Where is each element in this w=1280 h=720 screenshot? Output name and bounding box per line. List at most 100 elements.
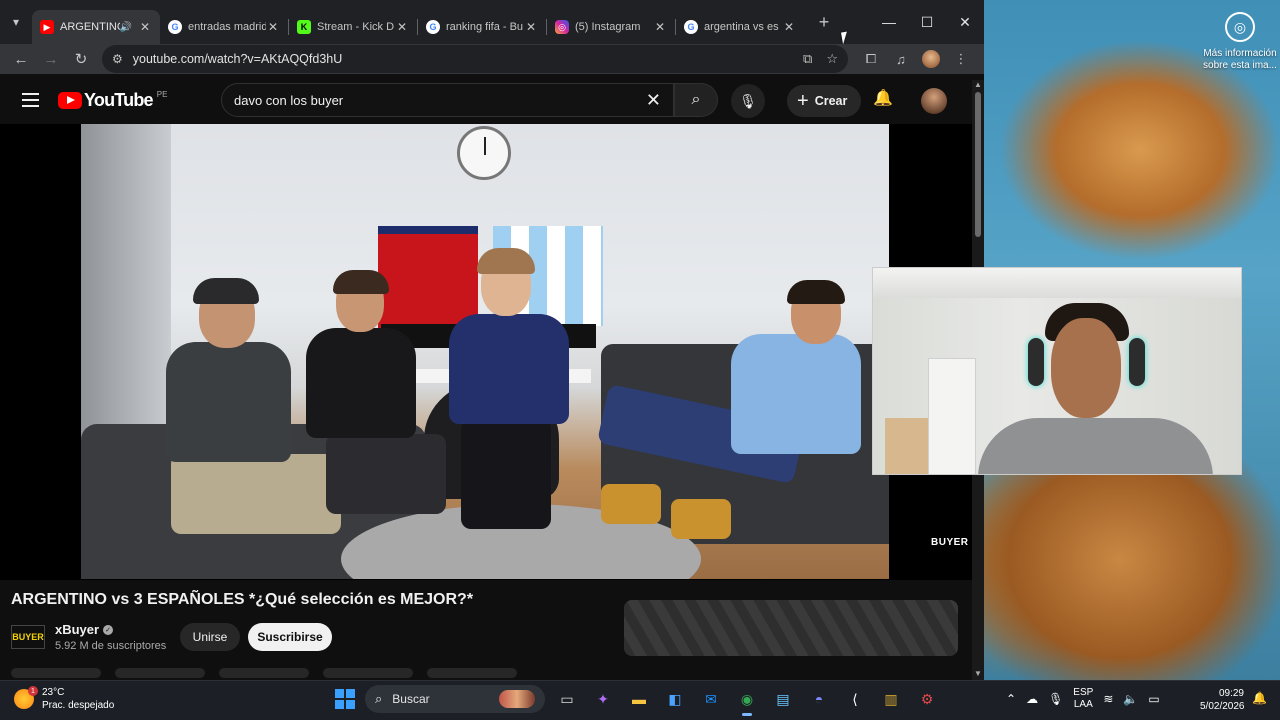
outlook-icon[interactable]: ✉ <box>697 685 725 713</box>
steam-icon[interactable]: ⚙ <box>913 685 941 713</box>
extensions-icon[interactable]: ⧠ <box>856 46 886 72</box>
youtube-wordmark: YouTube <box>84 89 154 110</box>
search-button[interactable]: ⌕ <box>674 83 718 117</box>
address-bar[interactable]: ⚙ youtube.com/watch?v=AKtAQQfd3hU ⧉ ☆ <box>102 45 848 73</box>
tab-argentina[interactable]: G argentina vs es ✕ <box>676 10 804 44</box>
url-text[interactable]: youtube.com/watch?v=AKtAQQfd3hU <box>133 52 789 66</box>
close-icon[interactable]: ✕ <box>395 20 409 34</box>
store-icon[interactable]: ◧ <box>661 685 689 713</box>
notifications-bell-icon[interactable]: 🔔 <box>873 88 893 108</box>
back-icon[interactable]: ← <box>8 46 34 72</box>
country-code: PE <box>156 89 168 99</box>
subscribe-button[interactable]: Suscribirse <box>248 623 332 651</box>
reload-icon[interactable]: ↻ <box>68 46 94 72</box>
close-icon[interactable]: ✕ <box>524 20 538 34</box>
scrollbar-thumb[interactable] <box>975 92 981 237</box>
tab-instagram[interactable]: ◎ (5) Instagram ✕ <box>547 10 675 44</box>
account-avatar[interactable] <box>921 88 947 114</box>
join-button[interactable]: Unirse <box>180 623 240 651</box>
taskbar-clock[interactable]: 09:29 5/02/2026 <box>1200 687 1245 713</box>
scroll-down-icon[interactable]: ▼ <box>974 669 982 678</box>
tab-search-button[interactable]: ▾ <box>2 8 30 36</box>
subscriber-count: 5.92 M de suscriptores <box>55 640 167 652</box>
verified-icon: ✓ <box>103 624 114 635</box>
person-cap <box>141 278 341 554</box>
windows-start-icon[interactable] <box>333 687 357 711</box>
close-icon[interactable]: ✕ <box>782 20 796 34</box>
tab-ranking[interactable]: G ranking fifa - Bu ✕ <box>418 10 546 44</box>
close-icon[interactable]: ✕ <box>138 20 152 34</box>
search-input[interactable]: davo con los buyer ✕ <box>221 83 674 117</box>
volume-icon[interactable]: 🔈 <box>1123 692 1138 706</box>
media-controls-icon[interactable]: ♫ <box>886 46 916 72</box>
headset-icon <box>1028 338 1044 386</box>
clear-search-icon[interactable]: ✕ <box>646 90 661 111</box>
wifi-icon[interactable]: ≋ <box>1103 692 1113 706</box>
search-query[interactable]: davo con los buyer <box>234 93 646 108</box>
copilot-icon[interactable]: ✦ <box>589 685 617 713</box>
language-line1: ESP <box>1073 687 1094 698</box>
tab-title: ARGENTINO vs 3 ESPAÑOLES <box>60 21 120 33</box>
maximize-icon[interactable]: ☐ <box>908 0 946 44</box>
notification-center-icon[interactable]: 🔔 <box>1252 691 1267 705</box>
language-line2: LAA <box>1073 699 1093 710</box>
scroll-up-icon[interactable]: ▲ <box>974 80 982 89</box>
forward-icon[interactable]: → <box>38 46 64 72</box>
wallpaper-info[interactable]: ◎ Más información sobre esta ima... <box>1200 8 1280 72</box>
person-reclining <box>596 280 881 544</box>
weather-widget[interactable]: 1 23°C Prac. despejado <box>14 686 114 712</box>
kebab-menu-icon[interactable]: ⋮ <box>946 46 976 72</box>
hamburger-menu-icon[interactable] <box>10 93 50 107</box>
onedrive-icon[interactable]: ☁ <box>1026 692 1038 706</box>
battery-icon[interactable]: ▭ <box>1148 692 1159 706</box>
bookmark-star-icon[interactable]: ☆ <box>826 51 838 67</box>
weather-condition: Prac. despejado <box>42 700 115 711</box>
action-chip[interactable] <box>219 668 309 678</box>
microphone-tray-icon[interactable]: 🎙 <box>1048 692 1063 706</box>
task-view-icon[interactable]: ▭ <box>553 685 581 713</box>
chevron-up-icon[interactable]: ⌃ <box>1006 692 1016 706</box>
action-chip[interactable] <box>427 668 517 678</box>
language-indicator[interactable]: ESP LAA <box>1073 687 1093 711</box>
camera-icon: ◎ <box>1225 12 1255 42</box>
minimize-icon[interactable]: — <box>870 0 908 44</box>
video-title: ARGENTINO vs 3 ESPAÑOLES *¿Qué selección… <box>11 591 474 608</box>
capcut-icon[interactable]: ⟨ <box>841 685 869 713</box>
tab-entradas[interactable]: G entradas madrid ✕ <box>160 10 288 44</box>
tab-title: ranking fifa - Bu <box>446 21 524 33</box>
obs-icon[interactable]: ▥ <box>877 685 905 713</box>
tab-youtube[interactable]: ▶ ARGENTINO vs 3 ESPAÑOLES 🔊 ✕ <box>32 10 160 44</box>
tab-kick[interactable]: K Stream - Kick D ✕ <box>289 10 417 44</box>
action-chip[interactable] <box>11 668 101 678</box>
speaker-icon[interactable]: 🔊 <box>120 22 132 33</box>
kick-icon: K <box>297 20 311 34</box>
site-info-icon[interactable]: ⚙ <box>112 52 123 66</box>
action-chip[interactable] <box>323 668 413 678</box>
install-app-icon[interactable]: ⧉ <box>803 51 812 67</box>
youtube-icon: ▶ <box>40 20 54 34</box>
tab-title: argentina vs es <box>704 21 779 33</box>
tab-title: Stream - Kick D <box>317 21 395 33</box>
channel-watermark[interactable]: BUYER <box>929 536 971 549</box>
video-frame[interactable] <box>81 124 889 579</box>
youtube-logo[interactable]: YouTube PE <box>58 90 167 111</box>
channel-avatar[interactable]: BUYER <box>11 625 45 649</box>
sponsored-card[interactable] <box>624 600 958 656</box>
close-icon[interactable]: ✕ <box>266 20 280 34</box>
chrome-icon[interactable]: ◉ <box>733 685 761 716</box>
windows-taskbar: 1 23°C Prac. despejado ⌕ Buscar ▭ ✦ ▬ ◧ … <box>0 680 1280 720</box>
tab-strip: ▾ ▶ ARGENTINO vs 3 ESPAÑOLES 🔊 ✕ G entra… <box>0 0 984 44</box>
window-controls: — ☐ ✕ <box>870 0 984 44</box>
close-window-icon[interactable]: ✕ <box>946 0 984 44</box>
action-chip[interactable] <box>115 668 205 678</box>
create-button[interactable]: + Crear <box>787 85 862 117</box>
channel-name[interactable]: xBuyer ✓ <box>55 622 114 637</box>
close-icon[interactable]: ✕ <box>653 20 667 34</box>
voice-search-button[interactable]: 🎙 <box>731 84 765 118</box>
file-explorer-icon[interactable]: ▬ <box>625 685 653 713</box>
profile-avatar[interactable] <box>916 46 946 72</box>
discord-icon[interactable]: ◓ <box>805 685 833 713</box>
new-tab-button[interactable]: + <box>810 8 838 36</box>
taskbar-search[interactable]: ⌕ Buscar <box>365 685 545 713</box>
notepad-icon[interactable]: ▤ <box>769 685 797 713</box>
